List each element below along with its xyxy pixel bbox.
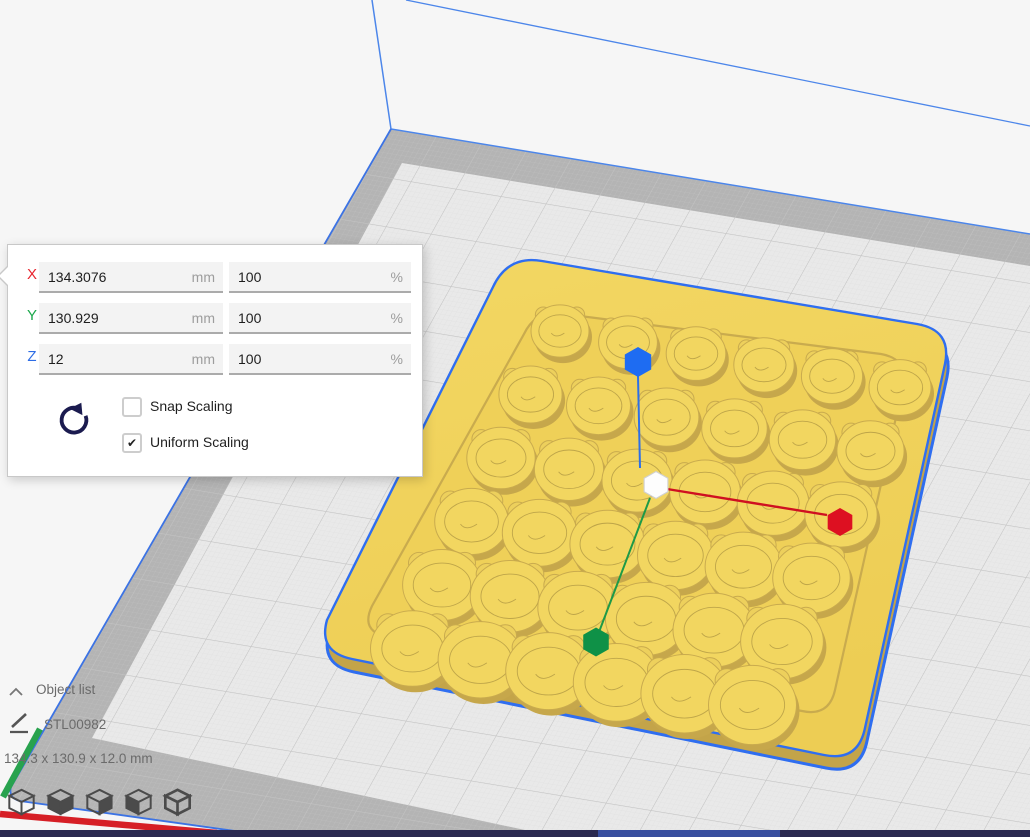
edit-model-button[interactable] — [7, 711, 31, 740]
y-percent-field-wrap: % — [229, 303, 411, 334]
view-right-button[interactable] — [162, 787, 193, 817]
camera-view-toolbar — [6, 787, 193, 817]
y-percent-input[interactable] — [229, 303, 411, 332]
y-size-input[interactable] — [39, 303, 223, 332]
pencil-icon — [7, 711, 31, 735]
chevron-up-icon — [8, 687, 24, 697]
model-dimensions-label: 134.3 x 130.9 x 12.0 mm — [4, 751, 153, 766]
view-front-icon — [45, 787, 76, 817]
reset-scale-button[interactable] — [56, 401, 92, 437]
snap-scaling-checkbox[interactable] — [122, 397, 142, 417]
object-list-header[interactable]: Object list — [36, 682, 95, 697]
z-size-field-wrap: mm — [39, 344, 223, 375]
x-size-field-wrap: mm — [39, 262, 223, 293]
view-left-icon — [123, 787, 154, 817]
snap-scaling-label: Snap Scaling — [150, 398, 233, 414]
view-front-button[interactable] — [45, 787, 76, 817]
x-percent-input[interactable] — [229, 262, 411, 291]
z-percent-field-wrap: % — [229, 344, 411, 375]
view-top-button[interactable] — [84, 787, 115, 817]
z-size-input[interactable] — [39, 344, 223, 373]
x-size-input[interactable] — [39, 262, 223, 291]
scale-tool-panel: X mm % Y mm % Z mm % — [7, 244, 423, 477]
bottom-bar — [0, 830, 1030, 837]
y-size-field-wrap: mm — [39, 303, 223, 334]
view-3d-button[interactable] — [6, 787, 37, 817]
uniform-scaling-checkbox[interactable]: ✔ — [122, 433, 142, 453]
view-top-icon — [84, 787, 115, 817]
z-percent-input[interactable] — [229, 344, 411, 373]
object-list-item[interactable]: STL00982 — [44, 717, 106, 732]
view-3d-icon — [6, 787, 37, 817]
x-percent-field-wrap: % — [229, 262, 411, 293]
view-left-button[interactable] — [123, 787, 154, 817]
reset-arrow-icon — [56, 401, 92, 437]
build-volume-edge-top — [406, 0, 1030, 126]
view-right-icon — [162, 787, 193, 817]
cura-viewport-window: X mm % Y mm % Z mm % — [0, 0, 1030, 837]
uniform-scaling-label: Uniform Scaling — [150, 434, 249, 450]
object-list-collapse-button[interactable] — [8, 684, 24, 702]
